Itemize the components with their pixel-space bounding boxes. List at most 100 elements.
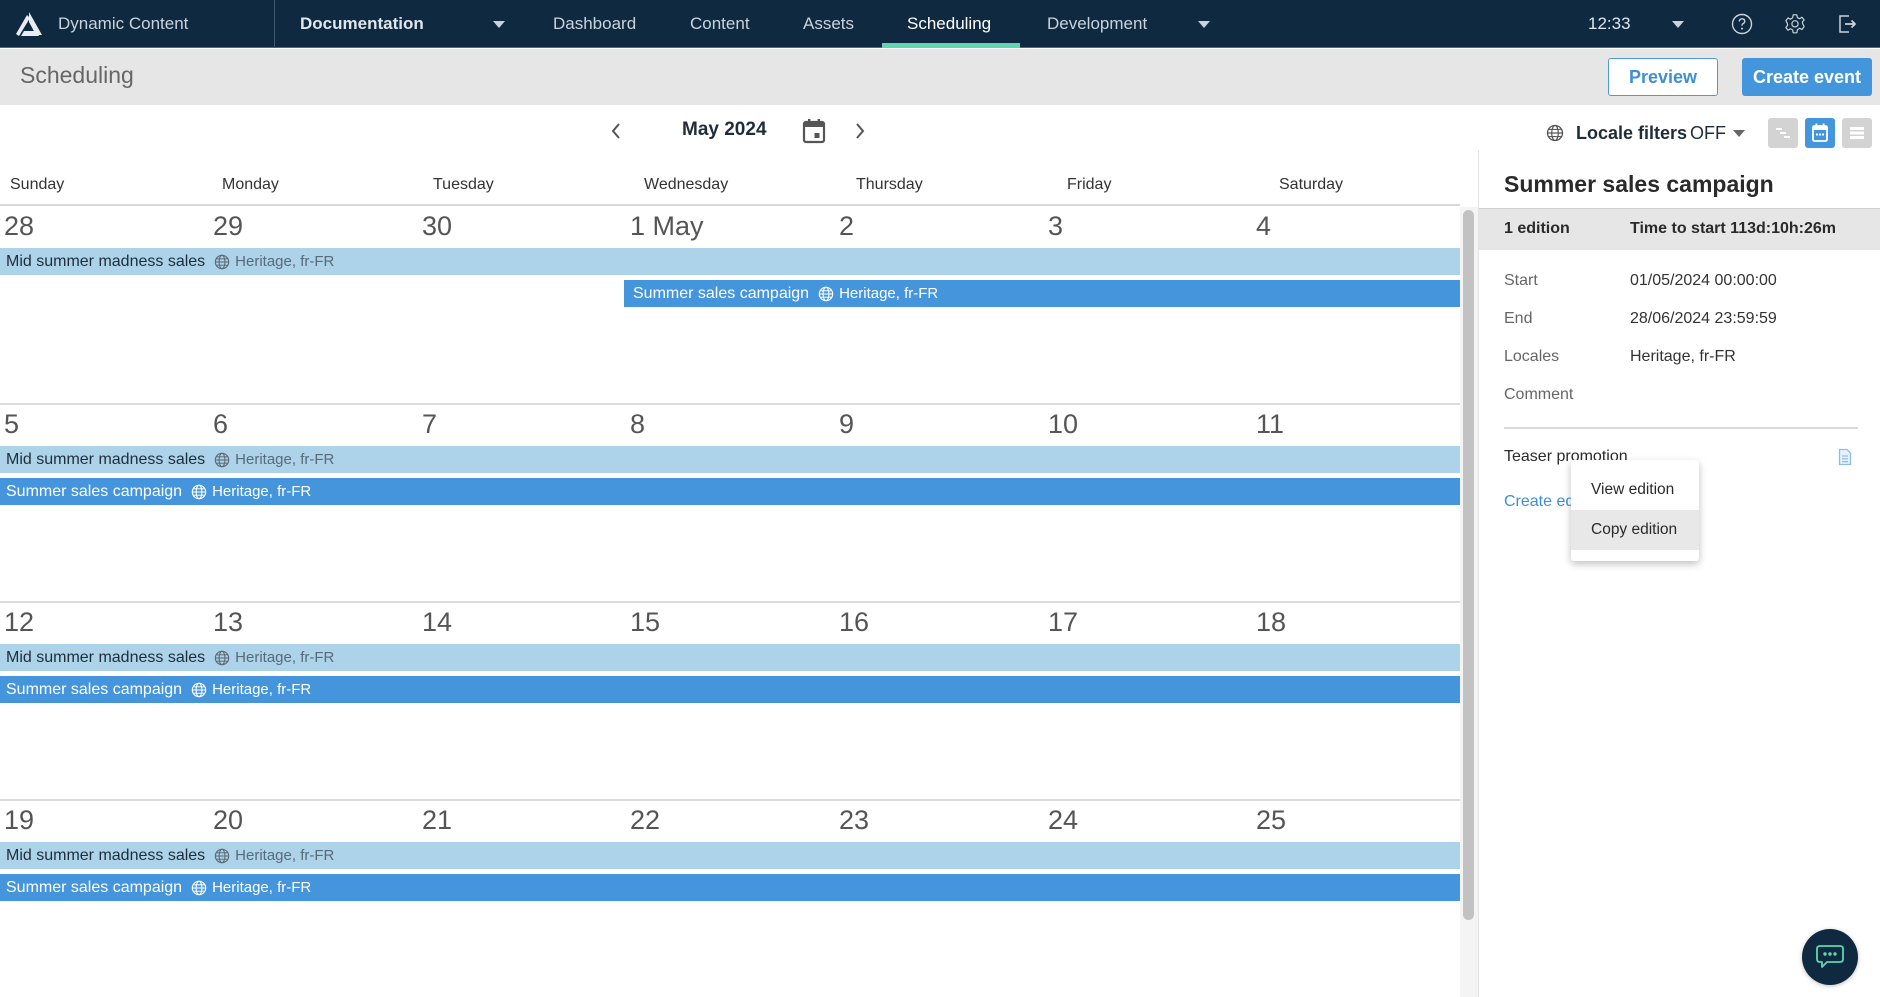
globe-icon <box>1546 124 1564 142</box>
date-cell[interactable]: 9 <box>839 409 854 440</box>
globe-icon <box>214 254 230 270</box>
event-bar-summer-sales-campaign[interactable]: Summer sales campaign Heritage, fr-FR <box>0 874 1460 901</box>
date-cell[interactable]: 2 <box>839 211 854 242</box>
event-bar-summer-sales-campaign[interactable]: Summer sales campaign Heritage, fr-FR <box>624 280 1460 307</box>
project-selector[interactable]: Documentation <box>300 0 424 48</box>
date-cell[interactable]: 20 <box>213 805 243 836</box>
create-event-button[interactable]: Create event <box>1742 58 1872 96</box>
time-dropdown[interactable] <box>1668 0 1688 48</box>
event-locales: Heritage, fr-FR <box>235 847 335 864</box>
event-bar-mid-summer-madness[interactable]: Mid summer madness sales Heritage, fr-FR <box>0 644 1460 671</box>
calendar-scrollbar-thumb[interactable] <box>1463 210 1474 920</box>
date-cell[interactable]: 21 <box>422 805 452 836</box>
event-name: Mid summer madness sales <box>6 252 206 270</box>
event-locales: Heritage, fr-FR <box>235 649 335 666</box>
list-view-button[interactable] <box>1842 118 1872 148</box>
timeline-view-button[interactable] <box>1768 118 1798 148</box>
date-cell[interactable]: 18 <box>1256 607 1286 638</box>
more-tabs-dropdown[interactable] <box>1194 0 1214 48</box>
tab-content[interactable]: Content <box>690 0 750 48</box>
date-cell[interactable]: 4 <box>1256 211 1271 242</box>
logout-button[interactable] <box>1831 0 1863 48</box>
event-name: Summer sales campaign <box>6 680 183 698</box>
calendar-icon <box>802 119 826 144</box>
globe-icon <box>191 880 207 896</box>
start-value: 01/05/2024 00:00:00 <box>1630 272 1777 289</box>
date-cell[interactable]: 12 <box>4 607 34 638</box>
panel-divider <box>1504 427 1858 429</box>
calendar-icon <box>1812 123 1828 142</box>
date-cell[interactable]: 17 <box>1048 607 1078 638</box>
app-logo[interactable] <box>8 0 50 48</box>
event-locales: Heritage, fr-FR <box>212 681 312 698</box>
nav-divider <box>274 0 275 48</box>
preview-button[interactable]: Preview <box>1608 58 1718 96</box>
locale-filter-icon <box>1546 120 1566 146</box>
event-bar-summer-sales-campaign[interactable]: Summer sales campaign Heritage, fr-FR <box>0 478 1460 505</box>
date-cell[interactable]: 1 May <box>630 211 704 242</box>
date-cell[interactable]: 11 <box>1256 409 1284 440</box>
project-dropdown-button[interactable] <box>489 0 509 48</box>
event-locales: Heritage, fr-FR <box>235 451 335 468</box>
date-cell[interactable]: 3 <box>1048 211 1063 242</box>
next-month-button[interactable] <box>850 120 870 142</box>
event-name: Summer sales campaign <box>633 284 810 302</box>
start-label: Start <box>1504 272 1538 289</box>
date-cell[interactable]: 10 <box>1048 409 1078 440</box>
app-brand[interactable]: Dynamic Content <box>58 0 188 48</box>
date-cell[interactable]: 15 <box>630 607 660 638</box>
date-cell[interactable]: 13 <box>213 607 243 638</box>
tab-development[interactable]: Development <box>1047 0 1147 48</box>
event-bar-mid-summer-madness[interactable]: Mid summer madness sales Heritage, fr-FR <box>0 842 1460 869</box>
tab-assets[interactable]: Assets <box>803 0 854 48</box>
weekday-saturday: Saturday <box>1279 176 1344 193</box>
date-cell[interactable]: 6 <box>213 409 228 440</box>
date-cell[interactable]: 14 <box>422 607 452 638</box>
date-cell[interactable]: 16 <box>839 607 869 638</box>
date-cell[interactable]: 19 <box>4 805 34 836</box>
page-title: Scheduling <box>20 62 134 88</box>
date-cell[interactable]: 5 <box>4 409 19 440</box>
tab-scheduling[interactable]: Scheduling <box>907 0 991 48</box>
edition-document-button[interactable] <box>1838 448 1852 466</box>
end-label: End <box>1504 310 1533 327</box>
event-name: Summer sales campaign <box>6 878 183 896</box>
weekday-thursday: Thursday <box>856 176 923 193</box>
settings-button[interactable] <box>1779 0 1811 48</box>
event-bar-summer-sales-campaign[interactable]: Summer sales campaign Heritage, fr-FR <box>0 676 1460 703</box>
event-locales: Heritage, fr-FR <box>212 879 312 896</box>
date-cell[interactable]: 25 <box>1256 805 1286 836</box>
date-cell[interactable]: 29 <box>213 211 243 242</box>
globe-icon <box>191 484 207 500</box>
date-picker-button[interactable] <box>802 118 826 144</box>
event-bar-mid-summer-madness[interactable]: Mid summer madness sales Heritage, fr-FR <box>0 446 1460 473</box>
calendar-grid: 28 29 30 1 May 2 3 4 Mid summer madness … <box>0 207 1460 997</box>
chevron-right-icon <box>856 123 865 139</box>
globe-icon <box>214 650 230 666</box>
tab-dashboard[interactable]: Dashboard <box>553 0 636 48</box>
locales-label: Locales <box>1504 348 1560 365</box>
locale-filters-dropdown[interactable] <box>1732 120 1746 146</box>
chevron-left-icon <box>611 123 620 139</box>
previous-month-button[interactable] <box>606 120 626 142</box>
date-cell[interactable]: 24 <box>1048 805 1078 836</box>
time-to-start: Time to start 113d:10h:26m <box>1630 220 1837 237</box>
event-bar-mid-summer-madness[interactable]: Mid summer madness sales Heritage, fr-FR <box>0 248 1460 275</box>
weekday-monday: Monday <box>222 176 279 193</box>
menu-item-copy-edition[interactable]: Copy edition <box>1571 510 1699 550</box>
date-cell[interactable]: 7 <box>422 409 437 440</box>
date-cell[interactable]: 28 <box>4 211 34 242</box>
date-cell[interactable]: 22 <box>630 805 660 836</box>
date-cell[interactable]: 8 <box>630 409 645 440</box>
chat-support-button[interactable] <box>1802 929 1858 985</box>
locale-filters-value[interactable]: OFF <box>1690 120 1726 146</box>
menu-item-view-edition[interactable]: View edition <box>1571 470 1699 510</box>
logo-icon <box>16 12 42 36</box>
help-button[interactable] <box>1726 0 1758 48</box>
date-cell[interactable]: 23 <box>839 805 869 836</box>
locale-filters-label[interactable]: Locale filters <box>1576 120 1687 146</box>
globe-icon <box>191 682 207 698</box>
date-cell[interactable]: 30 <box>422 211 452 242</box>
top-nav: Dynamic Content Documentation Dashboard … <box>0 0 1880 48</box>
calendar-view-button[interactable] <box>1805 118 1835 148</box>
